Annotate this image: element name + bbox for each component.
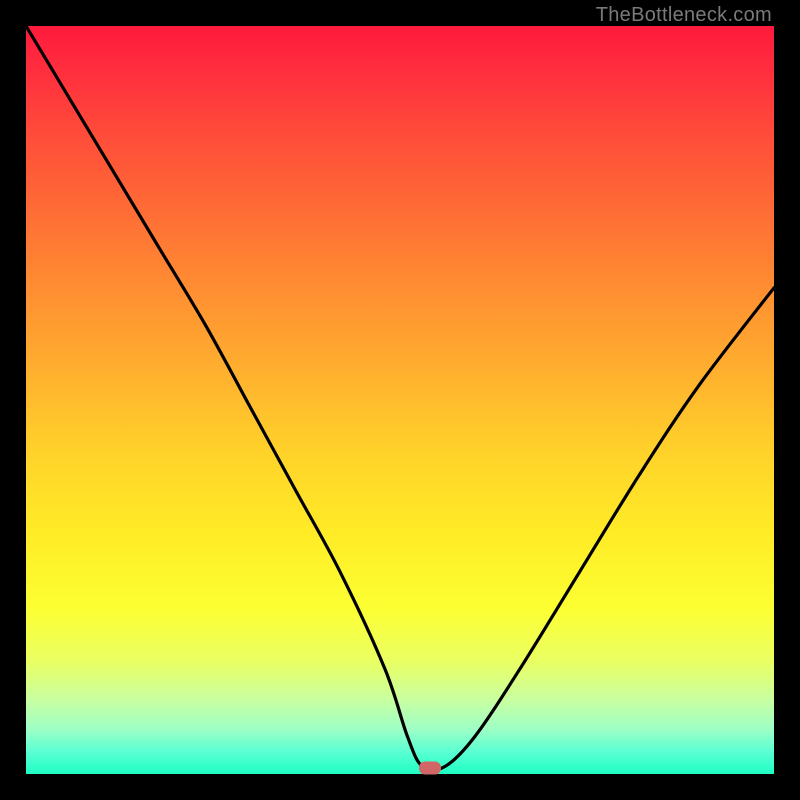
watermark-text: TheBottleneck.com	[596, 4, 772, 27]
chart-frame: TheBottleneck.com	[0, 0, 800, 800]
optimal-point-marker	[419, 762, 441, 775]
plot-area	[26, 26, 774, 774]
bottleneck-curve	[26, 26, 774, 774]
